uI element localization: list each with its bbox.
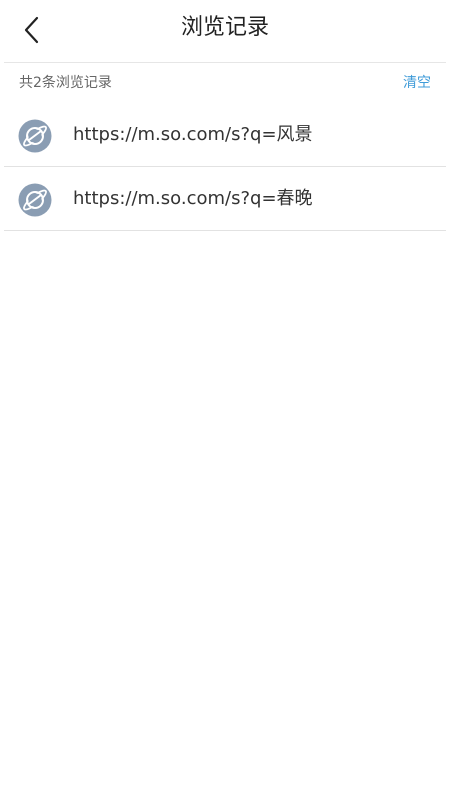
header-bar: 浏览记录 [4, 0, 446, 63]
page-title: 浏览记录 [180, 15, 269, 40]
clear-button[interactable]: 清空 [403, 73, 431, 93]
history-item[interactable]: https://m.so.com/s?q=春晚 [4, 167, 446, 231]
planet-icon [18, 119, 52, 153]
record-count: 共2条浏览记录 [19, 75, 112, 91]
history-url: https://m.so.com/s?q=风景 [73, 124, 313, 145]
planet-icon [18, 183, 52, 217]
summary-bar: 共2条浏览记录 清空 [4, 63, 446, 103]
browsing-history-page: 浏览记录 共2条浏览记录 清空 https://m.so.com/s?q=风景 [0, 0, 450, 800]
history-list: https://m.so.com/s?q=风景 https://m.so.com… [4, 103, 446, 231]
history-item[interactable]: https://m.so.com/s?q=风景 [4, 103, 446, 167]
history-url: https://m.so.com/s?q=春晚 [73, 188, 313, 209]
